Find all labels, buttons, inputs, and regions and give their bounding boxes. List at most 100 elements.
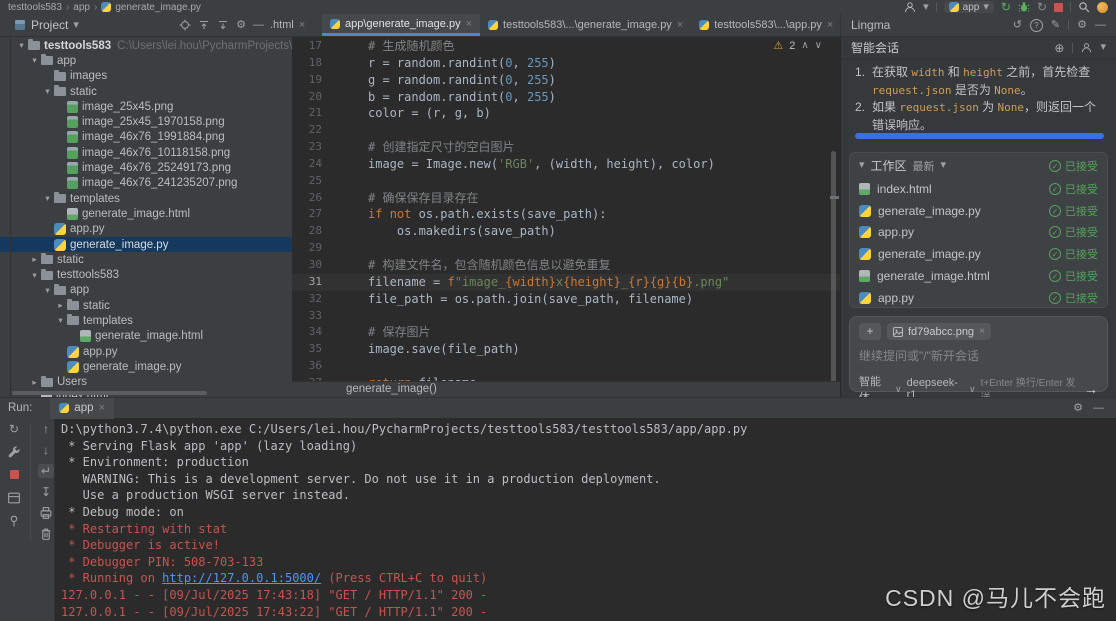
code-line[interactable]: # 确保保存目录存在 [339, 190, 828, 207]
locate-file-icon[interactable] [179, 19, 191, 31]
chevron-down-icon[interactable]: ▾ [42, 193, 53, 204]
hide-panel-icon[interactable]: — [253, 19, 264, 31]
tree-item[interactable]: ▾ testtools583 C:\Users\lei.hou\PycharmPro… [10, 38, 292, 53]
chevron-down-icon[interactable]: ▾ [16, 40, 27, 51]
editor-tab[interactable]: .html × [268, 14, 322, 36]
prev-problem-icon[interactable]: ∧ [801, 40, 808, 51]
breadcrumb-item-project[interactable]: testtools583 [8, 2, 62, 13]
close-tab-icon[interactable]: × [299, 19, 305, 31]
stop-button[interactable] [1054, 2, 1063, 12]
tree-item[interactable]: app.py [10, 344, 292, 359]
add-attachment-button[interactable]: + [859, 323, 881, 340]
editor-tab[interactable]: app\generate_image.py × [322, 14, 481, 36]
account-icon[interactable] [1081, 42, 1092, 53]
editor-tab[interactable]: testtools583\...\generate_image.py × [480, 14, 691, 36]
code-line[interactable]: # 构建文件名，包含随机颜色信息以避免重复 [339, 257, 828, 274]
editor-scrollbar[interactable] [831, 151, 836, 396]
code-line[interactable]: color = (r, g, b) [339, 105, 828, 122]
notifications-icon[interactable] [1097, 1, 1108, 13]
code-line[interactable]: file_path = os.path.join(save_path, file… [339, 291, 828, 308]
help-icon[interactable]: ? [1029, 18, 1043, 32]
tree-item[interactable]: ▾ templates [10, 191, 292, 206]
chevron-down-icon[interactable]: ▾ [73, 19, 79, 31]
collapse-all-icon[interactable] [198, 19, 210, 31]
hide-panel-icon[interactable]: — [1093, 402, 1104, 414]
send-button[interactable]: → [1084, 381, 1098, 397]
code-line[interactable]: # 生成随机颜色 [339, 38, 828, 55]
down-stack-trace-icon[interactable]: ↓ [38, 443, 54, 457]
tree-item[interactable]: app.py [10, 222, 292, 237]
close-tab-icon[interactable]: × [98, 402, 104, 414]
tree-item[interactable]: ▾ app [10, 283, 292, 298]
remove-attachment-icon[interactable]: × [979, 326, 985, 337]
workspace-file-row[interactable]: app.py ✓ 已接受 [859, 222, 1098, 244]
gear-icon[interactable]: ⚙ [1077, 19, 1087, 31]
debug-button[interactable] [1018, 1, 1030, 13]
hide-panel-icon[interactable]: — [1095, 19, 1106, 31]
tree-item[interactable]: image_46x76_241235207.png [10, 176, 292, 191]
code-line[interactable] [339, 308, 828, 325]
close-tab-icon[interactable]: × [677, 19, 683, 31]
coverage-button[interactable]: ↻ [1037, 1, 1047, 13]
editor-gutter[interactable]: 17 18 19 20 21 22 23 24 25 26 27 28 29 30 31 32 33 34 35 36… [292, 38, 328, 392]
code-line[interactable]: image.save(file_path) [339, 341, 828, 358]
code-line[interactable]: # 创建指定尺寸的空白图片 [339, 139, 828, 156]
code-line[interactable]: if not os.path.exists(save_path): [339, 206, 828, 223]
code-line[interactable]: filename = f"image_{width}x{height}_{r}{… [339, 274, 828, 291]
chevron-right-icon[interactable]: ▸ [29, 377, 40, 388]
breadcrumb-item-folder[interactable]: app [73, 2, 90, 13]
workspace-file-row[interactable]: app.py ✓ 已接受 [859, 287, 1098, 307]
restore-layout-icon[interactable] [6, 491, 22, 505]
tree-item[interactable]: image_25x45.png [10, 99, 292, 114]
error-stripe-mark[interactable] [830, 196, 839, 199]
up-stack-trace-icon[interactable]: ↑ [38, 422, 54, 436]
gear-icon[interactable]: ⚙ [236, 19, 246, 31]
stop-button[interactable] [6, 468, 22, 482]
workspace-file-row[interactable]: index.html ✓ 已接受 [859, 178, 1098, 200]
clear-trash-icon[interactable] [38, 527, 54, 541]
tree-item[interactable]: image_25x45_1970158.png [10, 114, 292, 129]
chevron-down-icon[interactable]: ▾ [1100, 42, 1106, 53]
attachment-chip[interactable]: fd79abcc.png × [887, 323, 991, 340]
search-everywhere-icon[interactable] [1078, 1, 1090, 13]
workspace-file-row[interactable]: generate_image.py ✓ 已接受 [859, 243, 1098, 265]
expand-all-icon[interactable] [217, 19, 229, 31]
code-line[interactable]: # 保存图片 [339, 324, 828, 341]
chevron-down-icon[interactable]: ▾ [859, 160, 865, 171]
tree-item[interactable]: ▾ testtools583 [10, 267, 292, 282]
breadcrumb-item-file[interactable]: generate_image.py [115, 2, 201, 13]
workspace-header[interactable]: ▾ 工作区 最新 ▾ ✓ 已接受 [859, 153, 1098, 178]
new-chat-edit-icon[interactable]: ✎ [1051, 19, 1060, 31]
code-line[interactable] [339, 173, 828, 190]
close-tab-icon[interactable]: × [466, 18, 472, 30]
breadcrumb-function[interactable]: generate_image() [346, 383, 437, 395]
console-link[interactable]: http://127.0.0.1:5000/ [162, 571, 321, 585]
workspace-sort[interactable]: 最新 [913, 158, 935, 174]
tree-item[interactable]: generate_image.py [10, 236, 292, 253]
horizontal-scrollbar[interactable] [12, 391, 207, 395]
rerun-button[interactable]: ↻ [6, 422, 22, 436]
chevron-down-icon[interactable]: ▾ [55, 315, 66, 326]
history-icon[interactable]: ↺ [1013, 19, 1022, 31]
tree-item[interactable]: generate_image.html [10, 329, 292, 344]
pin-icon[interactable] [6, 514, 22, 528]
tree-item[interactable]: image_46x76_25249173.png [10, 160, 292, 175]
tree-item[interactable]: ▸ static [10, 252, 292, 267]
run-button[interactable]: ↻ [1001, 1, 1011, 13]
workspace-file-row[interactable]: generate_image.py ✓ 已接受 [859, 200, 1098, 222]
tree-item[interactable]: ▸ static [10, 298, 292, 313]
tree-item[interactable]: image_46x76_1991884.png [10, 130, 292, 145]
code-line[interactable]: r = random.randint(0, 255) [339, 55, 828, 72]
next-problem-icon[interactable]: ∨ [815, 40, 822, 51]
code-editor[interactable]: 17 18 19 20 21 22 23 24 25 26 27 28 29 30 31 32 33 34 35 36… [292, 36, 840, 397]
code-line[interactable] [339, 358, 828, 375]
tree-item[interactable]: ▸ Users [10, 375, 292, 390]
chat-input-card[interactable]: + fd79abcc.png × 继续提问或"/"新开会话 智能体 ∨ deep… [849, 316, 1108, 404]
code-line[interactable]: b = random.randint(0, 255) [339, 89, 828, 106]
editor-code-area[interactable]: # 生成随机颜色 r = random.randint(0, 255) g = ra… [339, 38, 828, 383]
chevron-down-icon[interactable]: ▾ [29, 270, 40, 281]
chat-input-placeholder[interactable]: 继续提问或"/"新开会话 [859, 347, 1098, 364]
user-dropdown-icon[interactable]: ▾ [923, 1, 929, 13]
chevron-down-icon[interactable]: ▾ [941, 160, 947, 171]
chevron-right-icon[interactable]: ▸ [29, 254, 40, 265]
